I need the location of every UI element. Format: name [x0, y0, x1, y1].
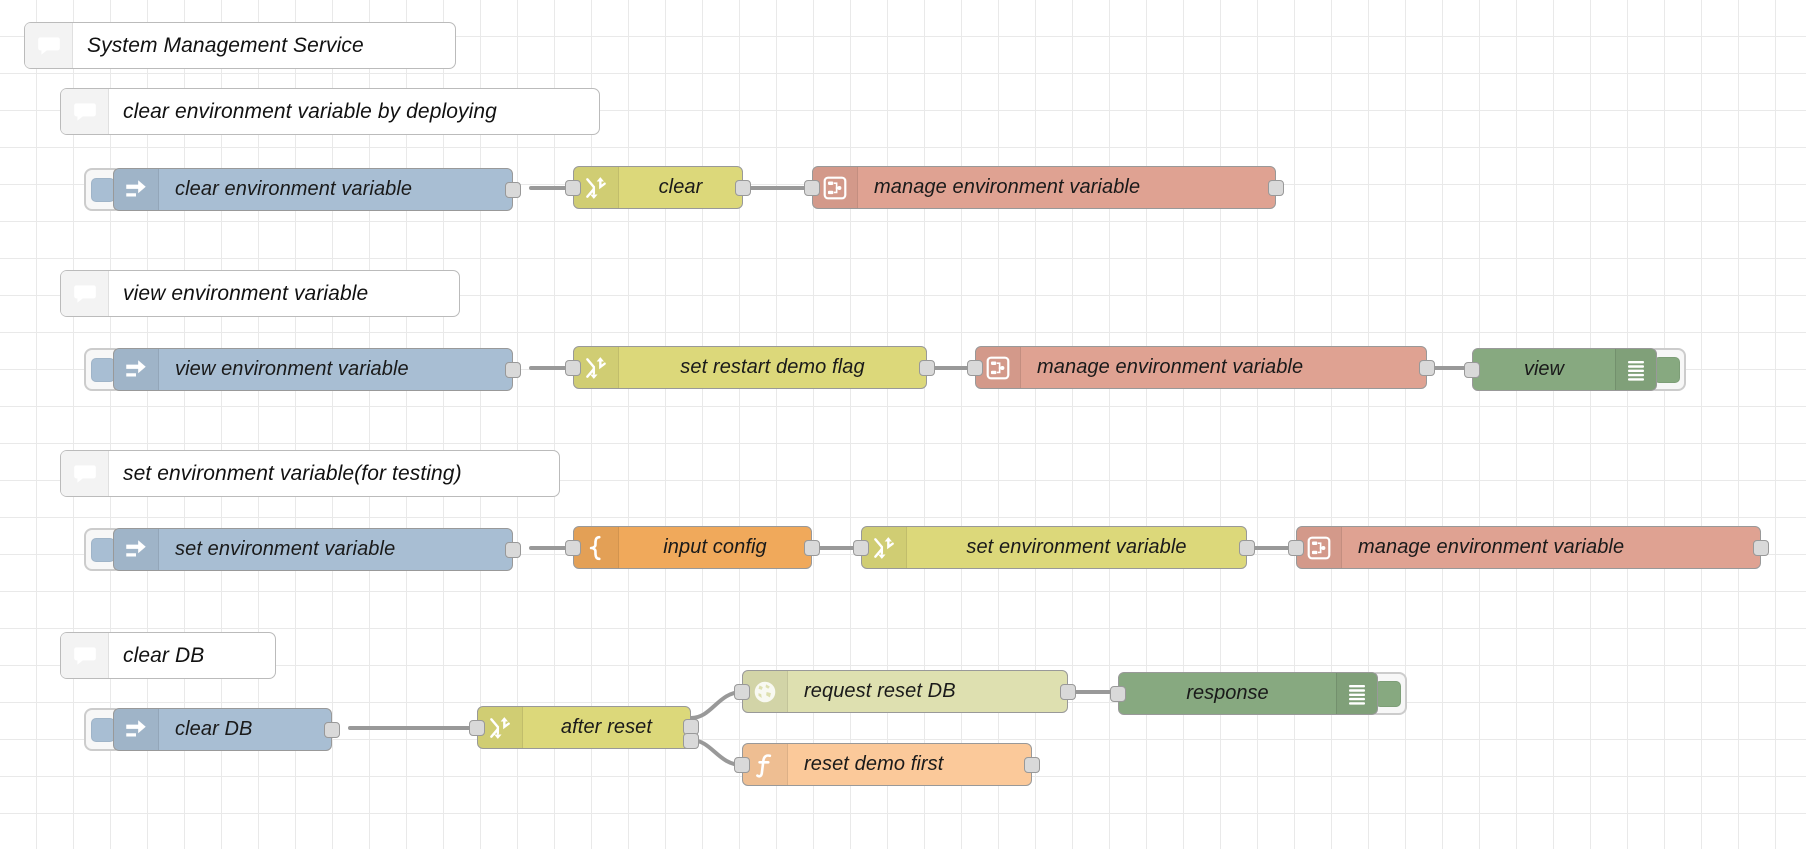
output-port[interactable]: [735, 179, 751, 196]
input-port[interactable]: [967, 359, 983, 376]
output-port[interactable]: [1753, 539, 1769, 556]
output-port[interactable]: [324, 721, 340, 738]
input-port[interactable]: [853, 539, 869, 556]
inject-trigger-knob: [91, 717, 115, 742]
output-port[interactable]: [1060, 683, 1076, 700]
comment-node-system-management-service[interactable]: System Management Service: [24, 22, 456, 69]
comment-label: view environment variable: [123, 281, 369, 305]
inject-arrow-icon: [114, 169, 159, 210]
node-label: manage environment variable: [1037, 356, 1304, 378]
output-port[interactable]: [1239, 539, 1255, 556]
comment-label: System Management Service: [87, 33, 364, 57]
inject-arrow-icon: [114, 529, 159, 570]
inject-node-clear-environment-variable[interactable]: clear environment variable: [84, 166, 521, 213]
inject-node-clear-db[interactable]: clear DB: [84, 706, 340, 753]
subflow-node-manage-environment-variable-row3[interactable]: manage environment variable: [1288, 526, 1769, 569]
comment-node-clear-env-var-by-deploying[interactable]: clear environment variable by deploying: [60, 88, 600, 135]
node-label: clear environment variable: [175, 178, 413, 200]
debug-lines-icon: [1336, 673, 1377, 714]
node-label: after reset: [560, 716, 653, 738]
debug-toggle-knob: [1375, 680, 1401, 707]
input-port[interactable]: [469, 719, 485, 736]
debug-node-body[interactable]: response: [1110, 672, 1378, 715]
comment-icon: [61, 89, 109, 134]
node-label: request reset DB: [804, 680, 956, 702]
debug-node-view[interactable]: view: [1464, 346, 1686, 393]
node-label: reset demo first: [804, 753, 944, 775]
output-port[interactable]: [505, 541, 521, 558]
output-port[interactable]: [804, 539, 820, 556]
node-label: manage environment variable: [874, 176, 1141, 198]
comment-node-set-environment-variable-for-testing[interactable]: set environment variable(for testing): [60, 450, 560, 497]
node-label: clear: [658, 176, 703, 198]
debug-lines-icon: [1615, 349, 1656, 390]
input-port[interactable]: [1110, 685, 1126, 702]
comment-node-clear-db[interactable]: clear DB: [60, 632, 276, 679]
inject-node-set-environment-variable[interactable]: set environment variable: [84, 526, 521, 573]
switch-node-clear[interactable]: clear: [565, 166, 751, 209]
subflow-node-manage-environment-variable-row2[interactable]: manage environment variable: [967, 346, 1435, 389]
switch-node-after-reset[interactable]: after reset: [469, 706, 699, 749]
output-port[interactable]: [1419, 359, 1435, 376]
input-port[interactable]: [734, 756, 750, 773]
node-label: view: [1523, 358, 1564, 380]
inject-trigger-knob: [91, 357, 115, 382]
input-port[interactable]: [565, 179, 581, 196]
switch-node-set-restart-demo-flag[interactable]: set restart demo flag: [565, 346, 935, 389]
comment-icon: [61, 633, 109, 678]
output-port[interactable]: [1024, 756, 1040, 773]
node-label: response: [1186, 682, 1269, 704]
comment-label: clear environment variable by deploying: [123, 99, 497, 123]
debug-toggle-knob: [1654, 356, 1680, 383]
inject-node-body[interactable]: clear DB: [113, 708, 340, 751]
inject-node-body[interactable]: view environment variable: [113, 348, 521, 391]
node-label: set environment variable: [966, 536, 1187, 558]
output-port[interactable]: [505, 361, 521, 378]
input-port[interactable]: [565, 539, 581, 556]
inject-trigger-knob: [91, 177, 115, 202]
inject-arrow-icon: [114, 349, 159, 390]
input-port[interactable]: [734, 683, 750, 700]
comment-label: set environment variable(for testing): [123, 461, 462, 485]
input-port[interactable]: [565, 359, 581, 376]
comment-label: clear DB: [123, 643, 205, 667]
input-port[interactable]: [1464, 361, 1480, 378]
inject-node-body[interactable]: clear environment variable: [113, 168, 521, 211]
inject-node-view-environment-variable[interactable]: view environment variable: [84, 346, 521, 393]
change-node-input-config[interactable]: input config: [565, 526, 820, 569]
comment-node-view-environment-variable[interactable]: view environment variable: [60, 270, 460, 317]
comment-icon: [25, 23, 73, 68]
inject-trigger-knob: [91, 537, 115, 562]
node-label: manage environment variable: [1358, 536, 1625, 558]
input-port[interactable]: [1288, 539, 1304, 556]
http-request-node-request-reset-db[interactable]: request reset DB: [734, 670, 1076, 713]
flow-canvas[interactable]: System Management Service clear environm…: [0, 0, 1806, 849]
node-label: set environment variable: [175, 538, 396, 560]
inject-arrow-icon: [114, 709, 159, 750]
comment-icon: [61, 271, 109, 316]
debug-node-response[interactable]: response: [1110, 670, 1407, 717]
node-label: set restart demo flag: [680, 356, 865, 378]
output-port[interactable]: [919, 359, 935, 376]
switch-node-set-environment-variable[interactable]: set environment variable: [853, 526, 1255, 569]
input-port[interactable]: [804, 179, 820, 196]
function-node-reset-demo-first[interactable]: reset demo first: [734, 743, 1040, 786]
node-label: clear DB: [175, 718, 253, 740]
comment-icon: [61, 451, 109, 496]
node-label: view environment variable: [175, 358, 409, 380]
debug-node-body[interactable]: view: [1464, 348, 1657, 391]
inject-node-body[interactable]: set environment variable: [113, 528, 521, 571]
output-port[interactable]: [505, 181, 521, 198]
node-label: input config: [663, 536, 767, 558]
output-port[interactable]: [1268, 179, 1284, 196]
subflow-node-manage-environment-variable-row1[interactable]: manage environment variable: [804, 166, 1284, 209]
output-port-2[interactable]: [683, 733, 699, 749]
